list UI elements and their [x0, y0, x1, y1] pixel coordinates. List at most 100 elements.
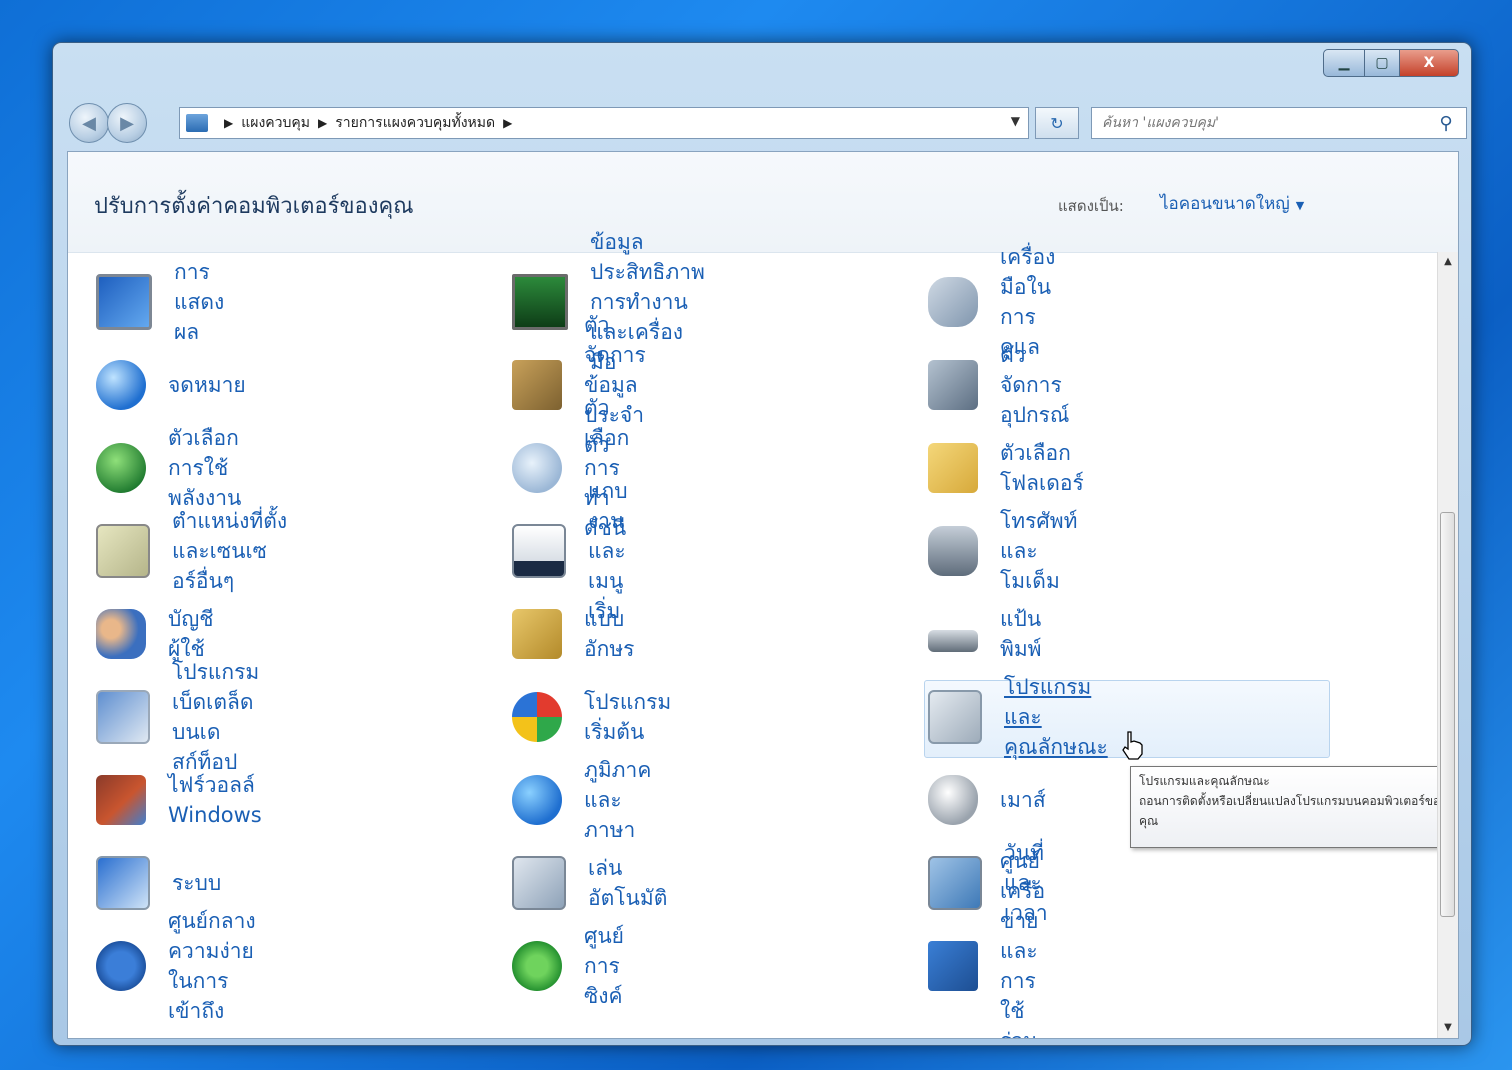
cp-item-phone-modem[interactable]: โทรศัพท์และโมเด็ม [928, 509, 1077, 593]
cp-item-keyboard[interactable]: แป้นพิมพ์ [928, 596, 1042, 672]
address-bar[interactable]: ▶ แผงควบคุม ▶ รายการแผงควบคุมทั้งหมด ▶ ▼ [179, 107, 1029, 139]
cp-item-programs-features[interactable]: โปรแกรมและคุณลักษณะ [928, 675, 1108, 759]
cp-item-label: เมาส์ [1000, 788, 1046, 812]
cp-item-label: โทรศัพท์และโมเด็ม [1000, 509, 1078, 593]
desktop-gadgets-icon [96, 690, 150, 744]
cp-item-label: ศูนย์เครือข่ายและการใช้ร่วมกัน [1000, 849, 1046, 1038]
search-icon[interactable]: ⚲ [1431, 111, 1461, 135]
window-controls: ▁ ▢ X [1323, 49, 1459, 77]
folder-options-icon [928, 443, 978, 493]
admin-tools-icon [928, 277, 978, 327]
content-area: ปรับการตั้งค่าคอมพิวเตอร์ของคุณ แสดงเป็น… [67, 151, 1459, 1039]
navigation-bar: ◀ ▶ ▶ แผงควบคุม ▶ รายการแผงควบคุมทั้งหมด… [67, 101, 1467, 143]
default-programs-icon [512, 692, 562, 742]
cp-item-firewall[interactable]: ไฟร์วอลล์ Windows [96, 762, 262, 838]
performance-icon [512, 274, 568, 330]
cp-item-taskbar[interactable]: แถบงานและเมนูเริ่ม [512, 479, 628, 623]
view-by-value: ไอคอนขนาดใหญ่ [1160, 194, 1290, 214]
cp-item-label: การแสดงผล [174, 260, 225, 344]
control-panel-icon [186, 114, 208, 132]
location-sensor-icon [96, 524, 150, 578]
taskbar-icon [512, 524, 566, 578]
cp-item-mouse[interactable]: เมาส์ [928, 762, 1046, 838]
cp-item-label: ตัวจัดการอุปกรณ์ [1000, 343, 1070, 427]
page-title: ปรับการตั้งค่าคอมพิวเตอร์ของคุณ [94, 194, 414, 219]
fonts-icon [512, 609, 562, 659]
programs-features-icon [928, 690, 982, 744]
chevron-down-icon: ▼ [1295, 199, 1305, 212]
cp-item-label: ไฟร์วอลล์ Windows [168, 773, 262, 827]
firewall-icon [96, 775, 146, 825]
hand-cursor-icon [1122, 731, 1143, 760]
scrollbar-thumb[interactable] [1440, 512, 1455, 917]
ease-of-access-icon [96, 941, 146, 991]
refresh-icon: ↻ [1050, 113, 1064, 133]
control-panel-window: ▁ ▢ X ◀ ▶ ▶ แผงควบคุม ▶ รายการแผงควบคุมท… [52, 42, 1472, 1046]
breadcrumb-separator-icon: ▶ [503, 116, 513, 130]
breadcrumb-separator-icon: ▶ [318, 116, 328, 130]
scroll-up-icon[interactable]: ▲ [1438, 252, 1458, 272]
cp-item-label: ตัวเลือกโฟลเดอร์ [1000, 441, 1084, 495]
tooltip-title: โปรแกรมและคุณลักษณะ [1139, 774, 1270, 788]
indexing-icon [512, 443, 562, 493]
cp-item-label: แบบอักษร [584, 607, 635, 661]
cp-item-desktop-gadgets[interactable]: โปรแกรมเบ็ดเตล็ดบนเดสก์ท็อป [96, 660, 259, 774]
cp-item-label: แป้นพิมพ์ [1000, 607, 1042, 661]
cp-item-power[interactable]: ตัวเลือกการใช้พลังงาน [96, 426, 241, 510]
date-time-icon [928, 856, 982, 910]
vertical-scrollbar[interactable]: ▲ ▼ [1437, 252, 1458, 1038]
sync-center-icon [512, 941, 562, 991]
cp-item-region-language[interactable]: ภูมิภาคและภาษา [512, 758, 651, 842]
cp-item-folder-options[interactable]: ตัวเลือกโฟลเดอร์ [928, 430, 1084, 506]
cp-item-display[interactable]: การแสดงผล [96, 260, 224, 344]
cp-item-label: บัญชีผู้ใช้ [168, 607, 214, 661]
cp-item-device-manager[interactable]: ตัวจัดการอุปกรณ์ [928, 343, 1069, 427]
maximize-button[interactable]: ▢ [1365, 49, 1400, 77]
power-icon [96, 443, 146, 493]
autoplay-icon [512, 856, 566, 910]
cp-item-label: ตัวเลือกการใช้พลังงาน [168, 426, 242, 510]
search-input[interactable] [1091, 107, 1467, 139]
address-dropdown-icon[interactable]: ▼ [1011, 114, 1020, 128]
cp-item-label: จดหมาย [168, 373, 246, 397]
user-accounts-icon [96, 609, 146, 659]
view-by-dropdown[interactable]: ไอคอนขนาดใหญ่ ▼ [1160, 190, 1304, 217]
breadcrumb-all-items[interactable]: รายการแผงควบคุมทั้งหมด [335, 112, 495, 134]
cp-item-label: เล่นอัตโนมัติ [588, 856, 668, 910]
cp-item-ease-of-access[interactable]: ศูนย์กลางความง่ายในการเข้าถึง [96, 909, 256, 1023]
minimize-button[interactable]: ▁ [1323, 49, 1365, 77]
cp-item-network-sharing[interactable]: ศูนย์เครือข่ายและการใช้ร่วมกัน [928, 849, 1045, 1038]
cp-item-label: โปรแกรมและคุณลักษณะ [1004, 675, 1108, 759]
credential-manager-icon [512, 360, 562, 410]
cp-item-location-sensors[interactable]: ตำแหน่งที่ตั้งและเซนเซอร์อื่นๆ [96, 509, 287, 593]
tooltip: โปรแกรมและคุณลักษณะ ถอนการติดตั้งหรือเปล… [1130, 766, 1458, 848]
mail-icon [96, 360, 146, 410]
tooltip-body: ถอนการติดตั้งหรือเปลี่ยนแปลงโปรแกรมบนคอม… [1139, 794, 1447, 828]
cp-item-sync-center[interactable]: ศูนย์การซิงค์ [512, 924, 624, 1008]
cp-item-label: ศูนย์การซิงค์ [584, 924, 624, 1008]
view-by-label: แสดงเป็น: [1058, 197, 1124, 215]
network-sharing-icon [928, 941, 978, 991]
keyboard-icon [928, 630, 978, 652]
system-icon [96, 856, 150, 910]
scroll-down-icon[interactable]: ▼ [1438, 1018, 1458, 1038]
device-manager-icon [928, 360, 978, 410]
refresh-button[interactable]: ↻ [1035, 107, 1079, 139]
cp-item-autoplay[interactable]: เล่นอัตโนมัติ [512, 845, 667, 921]
cp-item-mail[interactable]: จดหมาย [96, 347, 246, 423]
cp-item-label: ตำแหน่งที่ตั้งและเซนเซอร์อื่นๆ [172, 509, 288, 593]
cp-item-label: ศูนย์กลางความง่ายในการเข้าถึง [168, 909, 256, 1023]
region-language-icon [512, 775, 562, 825]
cp-item-label: ภูมิภาคและภาษา [584, 758, 652, 842]
cp-item-label: โปรแกรมเบ็ดเตล็ดบนเดสก์ท็อป [172, 660, 260, 774]
forward-button[interactable]: ▶ [107, 103, 147, 143]
cp-item-fonts[interactable]: แบบอักษร [512, 596, 634, 672]
cp-item-default-programs[interactable]: โปรแกรมเริ่มต้น [512, 679, 671, 755]
back-button[interactable]: ◀ [69, 103, 109, 143]
close-button[interactable]: X [1400, 49, 1459, 77]
breadcrumb-control-panel[interactable]: แผงควบคุม [241, 112, 310, 134]
breadcrumb-separator-icon: ▶ [224, 116, 234, 130]
phone-modem-icon [928, 526, 978, 576]
cp-item-label: ระบบ [172, 871, 222, 895]
cp-item-admin-tools[interactable]: เครื่องมือในการดูแล [928, 245, 1055, 359]
